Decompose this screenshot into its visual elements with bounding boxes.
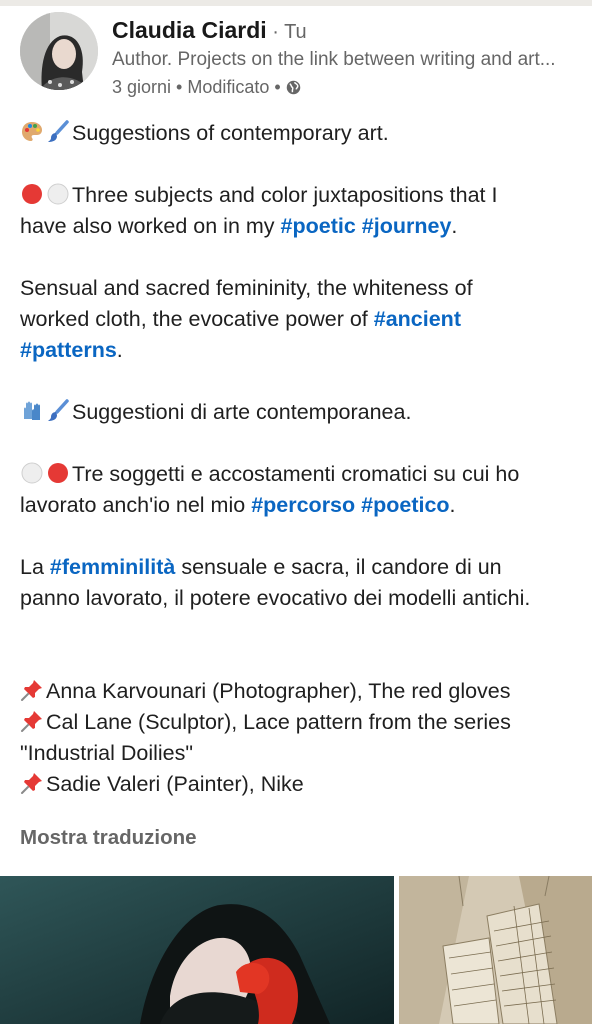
text-line: Suggestioni di arte contemporanea. [72,400,412,424]
red-circle-icon [46,461,70,485]
globe-icon [286,77,301,95]
show-translation-button[interactable]: Mostra traduzione [20,824,197,852]
hashtag-poetic[interactable]: #poetic [281,214,356,238]
pushpin-icon [20,678,44,702]
image-lace-pattern[interactable] [399,876,592,1024]
post-body: Suggestions of contemporary art. Three s… [20,118,580,800]
hashtag-percorso[interactable]: #percorso [251,493,355,517]
palette-icon [20,120,44,144]
top-divider [0,0,592,6]
hashtag-femminilita[interactable]: #femminilità [50,555,175,579]
white-circle-icon [20,461,44,485]
hashtag-poetico[interactable]: #poetico [361,493,449,517]
connection-degree: · Tu [266,21,307,43]
text-line: sensuale e sacra, il candore di un [175,555,502,579]
text-line: Tre soggetti e accostamenti cromatici su… [72,462,520,486]
post-time: 3 giorni [112,77,172,97]
credit-line: Anna Karvounari (Photographer), The red … [46,679,511,703]
hashtag-patterns[interactable]: #patterns [20,338,117,362]
author-avatar[interactable] [20,12,98,90]
text-line: Three subjects and color juxtapositions … [72,183,498,207]
credit-line: Cal Lane (Sculptor), Lace pattern from t… [46,710,511,734]
text-line: La [20,555,50,579]
author-headline: Author. Projects on the link between wri… [112,49,556,70]
image-red-gloves[interactable] [0,876,394,1024]
text-line: worked cloth, the evocative power of [20,307,374,331]
paintbrush-icon [46,120,70,144]
text-line: lavorato anch'io nel mio [20,493,252,517]
hashtag-journey[interactable]: #journey [362,214,452,238]
paragraph-6: La #femminilità sensuale e sacra, il can… [20,552,580,614]
post-edited: • Modificato • [171,77,286,97]
credits: Anna Karvounari (Photographer), The red … [20,676,580,800]
text-line: have also worked on in my [20,214,281,238]
paragraph-2: Three subjects and color juxtapositions … [20,182,498,238]
text-line: Sensual and sacred femininity, the white… [20,276,473,300]
red-circle-icon [20,182,44,206]
paragraph-3: Sensual and sacred femininity, the white… [20,276,473,362]
paragraph-5: Tre soggetti e accostamenti cromatici su… [20,461,520,517]
pushpin-icon [20,709,44,733]
post-meta: 3 giorni • Modificato • [112,75,301,99]
paragraph-4: Suggestioni di arte contemporanea. [20,397,580,428]
gloves-icon [20,399,44,423]
paintbrush-icon [46,399,70,423]
author-name-line: Claudia Ciardi · Tu [112,15,307,47]
paragraph-1: Suggestions of contemporary art. [20,118,580,149]
text-line: panno lavorato, il potere evocativo dei … [20,586,531,610]
text-line: Suggestions of contemporary art. [72,121,389,145]
hashtag-ancient[interactable]: #ancient [374,307,461,331]
author-name[interactable]: Claudia Ciardi [112,17,267,43]
pushpin-icon [20,771,44,795]
post-media [0,876,592,1024]
post-header: Claudia Ciardi · Tu Author. Projects on … [20,12,580,102]
white-circle-icon [46,182,70,206]
credit-line: "Industrial Doilies" [20,741,193,765]
credit-line: Sadie Valeri (Painter), Nike [46,772,304,796]
